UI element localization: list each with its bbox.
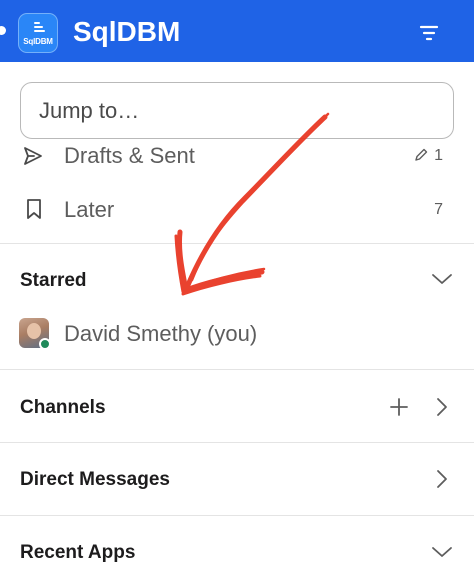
chevron-right-icon[interactable] — [434, 468, 450, 490]
filter-icon — [419, 25, 439, 41]
section-title: Direct Messages — [20, 469, 170, 490]
section-title: Starred — [20, 270, 87, 291]
sidebar-item-label: Later — [64, 197, 115, 222]
presence-active-icon — [39, 338, 51, 350]
section-starred[interactable]: Starred — [0, 244, 474, 304]
logo-text: SqlDBM — [23, 37, 53, 46]
section-channels[interactable]: Channels — [0, 370, 474, 442]
unread-indicator-dot — [0, 26, 6, 35]
filter-button[interactable] — [414, 18, 444, 48]
drafts-count: 1 — [434, 147, 443, 164]
workspace-title[interactable]: SqlDBM — [73, 16, 180, 48]
jump-to-search-input[interactable] — [20, 82, 454, 139]
later-count: 7 — [434, 201, 443, 218]
starred-item-david-smethy[interactable]: David Smethy (you) — [0, 310, 474, 356]
chevron-right-icon[interactable] — [434, 396, 450, 418]
section-direct-messages[interactable]: Direct Messages — [0, 443, 474, 515]
logo-bars-icon — [34, 22, 45, 34]
avatar — [19, 318, 51, 350]
pencil-icon — [415, 148, 428, 161]
chevron-down-icon[interactable] — [430, 271, 454, 287]
send-icon — [24, 147, 42, 165]
top-bar: SqlDBM SqlDBM — [0, 0, 474, 62]
bookmark-icon — [27, 199, 41, 219]
sidebar-item-drafts-sent[interactable]: Drafts & Sent 1 — [0, 139, 474, 174]
chevron-down-icon[interactable] — [430, 544, 454, 560]
add-icon[interactable] — [388, 396, 410, 418]
workspace-logo[interactable]: SqlDBM — [18, 13, 58, 53]
starred-item-label: David Smethy (you) — [64, 321, 258, 346]
section-title: Channels — [20, 397, 106, 418]
section-recent-apps[interactable]: Recent Apps — [0, 516, 474, 583]
sidebar-item-label: Drafts & Sent — [64, 143, 195, 168]
section-title: Recent Apps — [20, 542, 136, 563]
sidebar-item-later[interactable]: Later 7 — [0, 192, 474, 227]
